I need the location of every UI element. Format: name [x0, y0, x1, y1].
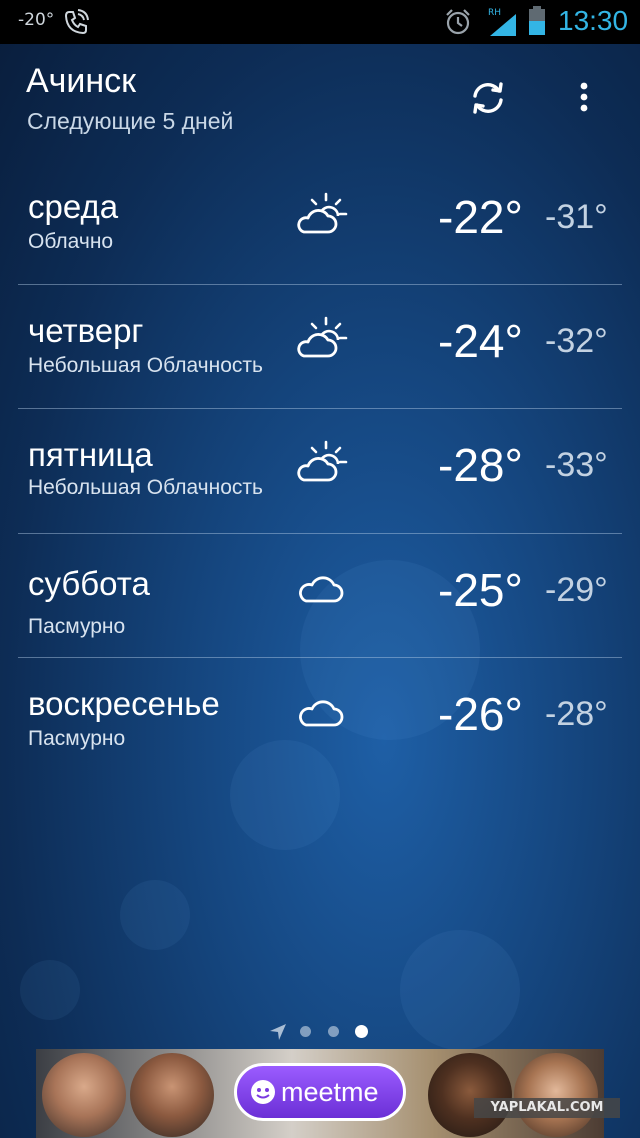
meetme-button[interactable]: meetme — [234, 1063, 406, 1121]
forecast-condition: Пасмурно — [28, 727, 126, 750]
ad-banner[interactable]: meetme — [36, 1049, 604, 1138]
refresh-icon[interactable] — [466, 76, 510, 120]
partly-cloudy-icon — [297, 440, 348, 482]
alarm-clock-icon — [446, 9, 470, 35]
status-weather-temp: -20° — [18, 10, 55, 30]
forecast-high: -25° — [438, 564, 523, 616]
forecast-row[interactable]: среда Облачно -22° -31° — [18, 162, 622, 286]
forecast-day: четверг — [28, 312, 144, 349]
page-dot-active[interactable] — [355, 1025, 368, 1038]
forecast-condition: Небольшая Облачность — [28, 476, 263, 499]
forecast-low: -28° — [545, 695, 608, 733]
forecast-day: воскресенье — [28, 685, 220, 722]
ad-photo — [130, 1053, 214, 1137]
page-dot[interactable] — [328, 1026, 339, 1037]
row-divider — [18, 284, 622, 285]
ad-photo — [514, 1053, 598, 1137]
forecast-high: -22° — [438, 191, 523, 243]
forecast-high: -24° — [438, 315, 523, 367]
forecast-row[interactable]: воскресенье Пасмурно -26° -28° — [18, 659, 622, 783]
overflow-menu-icon[interactable] — [566, 76, 602, 120]
watermark: YAPLAKAL.COM — [474, 1098, 620, 1118]
network-label: RH — [488, 8, 501, 18]
row-divider — [18, 408, 622, 409]
forecast-day: пятница — [28, 436, 153, 473]
phone-call-icon — [64, 9, 89, 35]
ad-photo — [42, 1053, 126, 1137]
ad-brand: meetme — [281, 1077, 379, 1107]
bokeh-light — [20, 960, 80, 1020]
partly-cloudy-icon — [297, 316, 348, 358]
cloud-icon — [299, 700, 344, 727]
forecast-high: -28° — [438, 439, 523, 491]
forecast-day: суббота — [28, 565, 150, 602]
forecast-row[interactable]: суббота Пасмурно -25° -29° — [18, 535, 622, 659]
city-name: Ачинск — [26, 62, 137, 100]
meetme-logo-icon — [251, 1080, 275, 1104]
battery-icon — [529, 6, 545, 35]
forecast-condition: Пасмурно — [28, 615, 126, 638]
forecast-row[interactable]: четверг Небольшая Облачность -24° -32° — [18, 286, 622, 410]
signal-icon: RH — [488, 8, 516, 36]
cloud-icon — [299, 576, 344, 603]
forecast-condition: Небольшая Облачность — [28, 354, 263, 377]
forecast-low: -29° — [545, 571, 608, 609]
bokeh-light — [400, 930, 520, 1050]
status-time: 13:30 — [558, 5, 629, 36]
forecast-condition: Облачно — [28, 230, 114, 253]
forecast-low: -31° — [545, 198, 608, 236]
forecast-day: среда — [28, 188, 119, 225]
ad-photo — [428, 1053, 512, 1137]
forecast-low: -32° — [545, 322, 608, 360]
row-divider — [18, 533, 622, 534]
forecast-low: -33° — [545, 446, 608, 484]
bokeh-light — [120, 880, 190, 950]
forecast-high: -26° — [438, 688, 523, 740]
location-arrow-icon[interactable] — [268, 1022, 288, 1042]
forecast-row[interactable]: пятница Небольшая Облачность -28° -33° — [18, 410, 622, 534]
partly-cloudy-icon — [297, 192, 348, 234]
page-indicator[interactable] — [268, 1020, 372, 1042]
forecast-subtitle: Следующие 5 дней — [27, 108, 234, 134]
row-divider — [18, 657, 622, 658]
page-dot[interactable] — [300, 1026, 311, 1037]
status-bar: -20° RH 13:30 — [0, 0, 640, 44]
